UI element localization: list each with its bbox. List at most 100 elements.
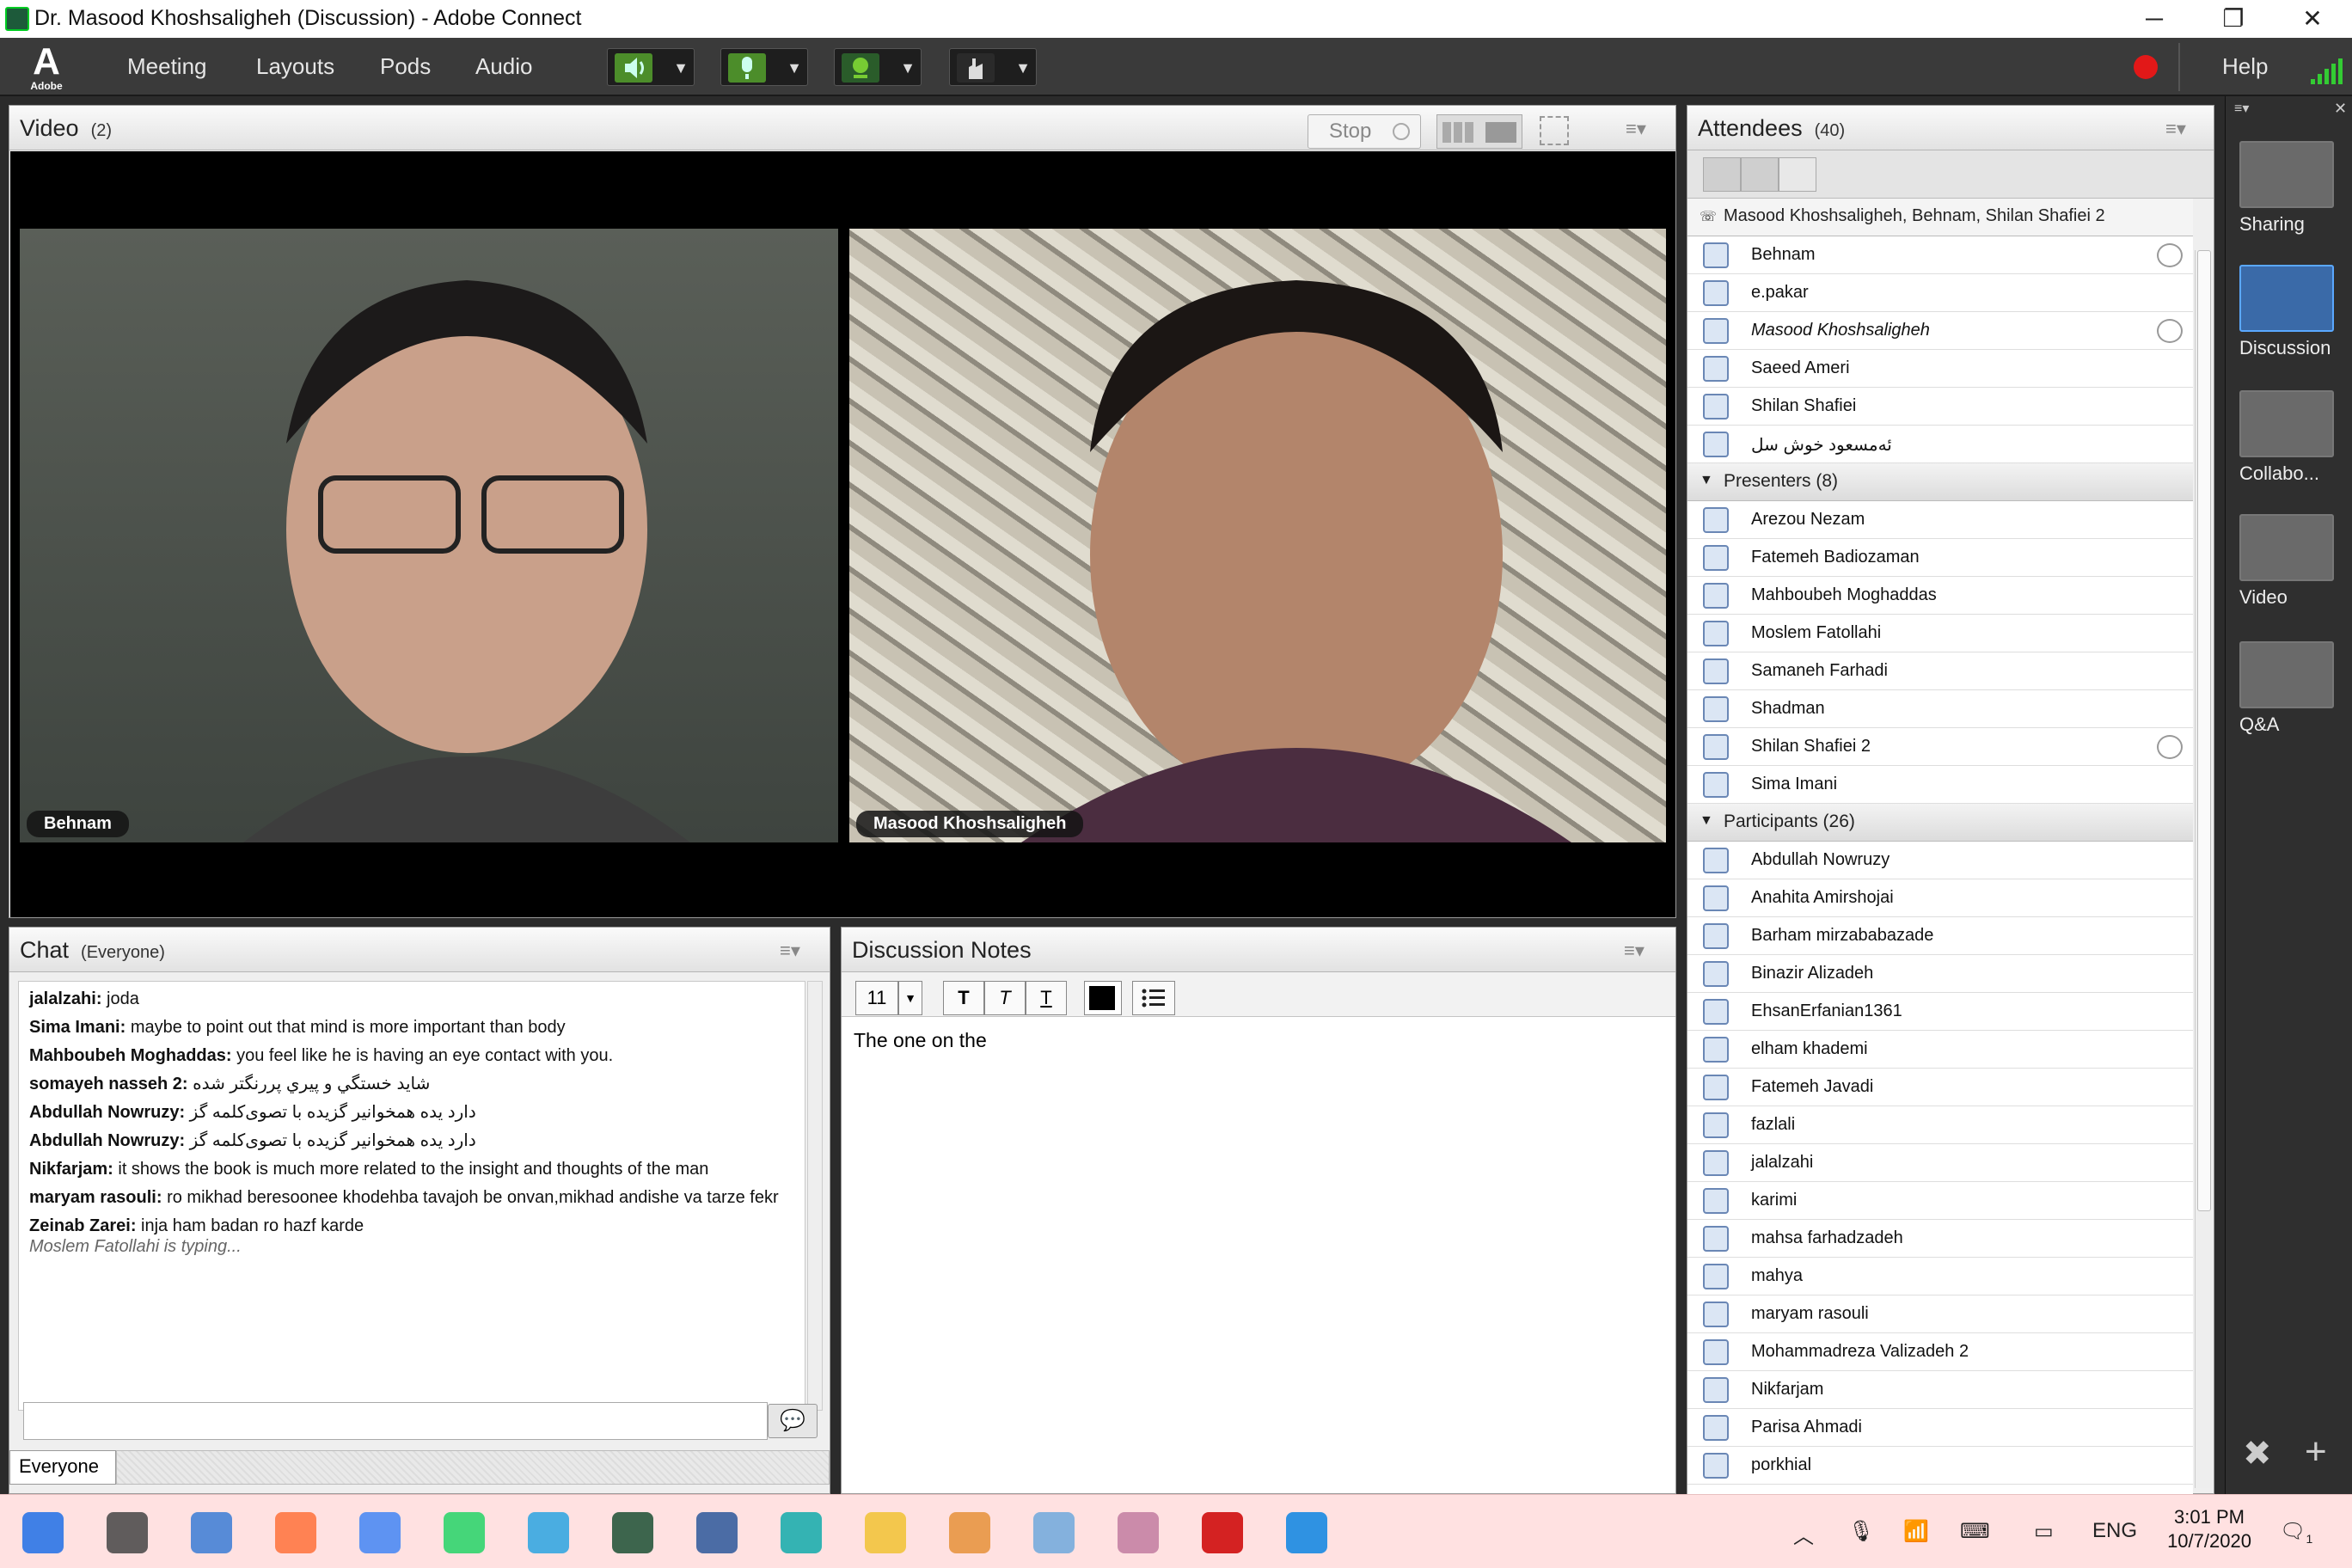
attendee-row[interactable]: Shadman [1687, 690, 2193, 728]
presenters-group[interactable]: ▼ Presenters (8) [1687, 463, 2193, 501]
breakout-rooms-icon[interactable] [1741, 157, 1779, 192]
microphone-icon[interactable]: 🎙 [1848, 1519, 1874, 1544]
menu-pods[interactable]: Pods [380, 53, 431, 80]
attendee-row[interactable]: mahsa farhadzadeh [1687, 1220, 2193, 1258]
video-feed-masood[interactable]: Masood Khoshsaligheh [849, 229, 1666, 842]
chevron-down-icon[interactable]: ▼ [898, 981, 922, 1015]
chat-tab-everyone[interactable]: Everyone [9, 1450, 116, 1485]
microphone-icon[interactable] [728, 53, 766, 83]
restore-button[interactable]: ❐ [2194, 0, 2273, 38]
menu-layouts[interactable]: Layouts [256, 53, 334, 80]
attendee-row[interactable]: maryam rasouli [1687, 1295, 2193, 1333]
chevron-down-icon[interactable]: ▼ [787, 59, 802, 77]
pod-options-menu-icon[interactable]: ≡▾ [1626, 118, 1646, 140]
chevron-down-icon[interactable]: ▼ [1015, 59, 1031, 77]
italic-button[interactable]: T [984, 981, 1026, 1015]
video-feed-behnam[interactable]: Behnam [20, 229, 838, 842]
attendee-row[interactable]: Masood Khoshsaligheh [1687, 312, 2193, 350]
add-layout-icon[interactable]: + [2305, 1430, 2327, 1473]
attendee-row[interactable]: jalalzahi [1687, 1144, 2193, 1182]
notification-center-icon[interactable]: 🗨1 [2280, 1519, 2312, 1546]
pen-app-icon[interactable] [949, 1512, 990, 1553]
speaker-control[interactable]: ▼ [607, 48, 695, 86]
chrome-icon[interactable] [359, 1512, 401, 1553]
menu-meeting[interactable]: Meeting [127, 53, 207, 80]
attendee-row[interactable]: porkhial [1687, 1447, 2193, 1485]
chevron-down-icon[interactable]: ▼ [673, 59, 689, 77]
attendee-status-icon[interactable] [1779, 157, 1816, 192]
attendee-scrollbar[interactable] [2195, 250, 2214, 1488]
attendee-row[interactable]: fazlali [1687, 1106, 2193, 1144]
grid-view-icon[interactable] [1442, 122, 1475, 143]
text-color-picker[interactable] [1084, 981, 1122, 1015]
attendee-row[interactable]: Anahita Amirshojai [1687, 879, 2193, 917]
layout-sharing[interactable]: Sharing [2239, 141, 2339, 236]
attendee-row[interactable]: mahya [1687, 1258, 2193, 1295]
paint-app-icon[interactable] [1118, 1512, 1159, 1553]
status-control[interactable]: ▼ [949, 48, 1037, 86]
close-icon[interactable]: ✕ [2334, 100, 2347, 118]
menu-help[interactable]: Help [2222, 53, 2268, 80]
layout-video[interactable]: Video [2239, 514, 2339, 609]
attendee-row[interactable]: Fatemeh Badiozaman [1687, 539, 2193, 577]
stop-video-button[interactable]: Stop [1308, 114, 1421, 149]
video-layout-toggle[interactable] [1436, 114, 1522, 149]
webcam-icon[interactable] [842, 53, 879, 83]
layout-discussion[interactable]: Discussion [2239, 265, 2339, 359]
attendee-row[interactable]: Binazir Alizadeh [1687, 955, 2193, 993]
show-hidden-icons-icon[interactable]: ︿ [1793, 1519, 1814, 1549]
telegram-icon[interactable] [528, 1512, 569, 1553]
attendee-row[interactable]: Mahboubeh Moghaddas [1687, 577, 2193, 615]
pod-options-menu-icon[interactable]: ≡▾ [780, 940, 800, 962]
list-view-icon[interactable] [1703, 157, 1741, 192]
attendee-row[interactable]: Parisa Ahmadi [1687, 1409, 2193, 1447]
photos-app-icon[interactable] [1033, 1512, 1075, 1553]
network-icon[interactable]: 📶 [1903, 1519, 1929, 1544]
recording-indicator-icon[interactable] [2134, 55, 2158, 79]
filmstrip-view-icon[interactable] [1485, 122, 1516, 143]
attendee-row[interactable]: Shilan Shafiei [1687, 388, 2193, 426]
underline-button[interactable]: T [1026, 981, 1067, 1015]
send-message-button[interactable]: 💬 [768, 1404, 818, 1438]
attendee-row[interactable]: Nikfarjam [1687, 1371, 2193, 1409]
layout-settings-icon[interactable]: ✖ [2243, 1434, 2272, 1473]
store-icon[interactable] [191, 1512, 232, 1553]
attendee-row[interactable]: Arezou Nezam [1687, 501, 2193, 539]
pod-options-menu-icon[interactable]: ≡▾ [1624, 940, 1645, 962]
attendee-row[interactable]: Shilan Shafiei 2 [1687, 728, 2193, 766]
microphone-control[interactable]: ▼ [720, 48, 808, 86]
bullet-list-button[interactable] [1132, 981, 1175, 1015]
bold-button[interactable]: T [943, 981, 984, 1015]
layouts-menu-icon[interactable]: ≡▾ [2234, 100, 2249, 117]
attendee-row[interactable]: Mohammadreza Valizadeh 2 [1687, 1333, 2193, 1371]
participants-group[interactable]: ▼ Participants (26) [1687, 804, 2193, 842]
pod-options-menu-icon[interactable]: ≡▾ [2165, 118, 2186, 140]
close-button[interactable]: ✕ [2273, 0, 2352, 38]
attendee-row[interactable]: Barham mirzababazade [1687, 917, 2193, 955]
attendee-row[interactable]: Samaneh Farhadi [1687, 652, 2193, 690]
attendee-row[interactable]: Sima Imani [1687, 766, 2193, 804]
screen-app-icon[interactable] [1286, 1512, 1327, 1553]
chat-messages[interactable]: jalalzahi: joda Sima Imani: maybe to poi… [18, 981, 805, 1411]
attendee-row[interactable]: Behnam [1687, 236, 2193, 274]
minimize-button[interactable]: ─ [2115, 0, 2194, 38]
font-size-select[interactable]: 11 [855, 981, 898, 1015]
keyboard-icon[interactable]: ⌨ [1960, 1519, 1990, 1544]
menu-audio[interactable]: Audio [475, 53, 533, 80]
notes-editor[interactable]: The one on the [842, 1017, 1675, 1493]
system-clock[interactable]: 3:01 PM 10/7/2020 [2158, 1505, 2261, 1553]
word-icon[interactable] [696, 1512, 738, 1553]
attendee-row[interactable]: EhsanErfanian1361 [1687, 993, 2193, 1031]
layout-qa[interactable]: Q&A [2239, 641, 2339, 736]
attendee-row[interactable]: Saeed Ameri [1687, 350, 2193, 388]
firefox-icon[interactable] [275, 1512, 316, 1553]
attendee-row[interactable]: e.pakar [1687, 274, 2193, 312]
windows-start-icon[interactable] [22, 1512, 64, 1553]
input-language[interactable]: ENG [2092, 1519, 2137, 1543]
layout-collabo[interactable]: Collabo... [2239, 390, 2339, 485]
fullscreen-icon[interactable] [1540, 116, 1569, 145]
chat-input[interactable] [23, 1402, 768, 1440]
scroll-thumb[interactable] [2197, 250, 2211, 1211]
attendee-row[interactable]: Fatemeh Javadi [1687, 1069, 2193, 1106]
chat-scrollbar[interactable] [807, 981, 823, 1411]
